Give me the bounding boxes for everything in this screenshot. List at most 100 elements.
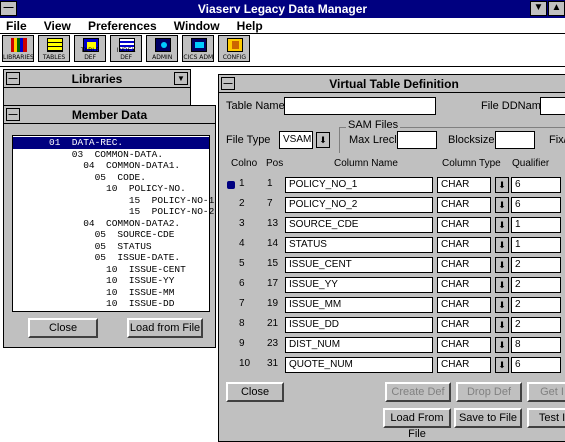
libraries-system-menu[interactable]: — — [6, 72, 20, 85]
table-name-input[interactable] — [284, 97, 436, 115]
colno-cell: 8 — [239, 318, 245, 329]
column-name-input[interactable]: DIST_NUM — [285, 337, 433, 353]
qualifier-input[interactable]: 8 — [511, 337, 561, 353]
table-row: 8 21 ISSUE_DD CHAR ⬇ 2 — [219, 315, 565, 335]
pos-cell: 31 — [267, 358, 279, 369]
minimize-button[interactable]: ▼ — [530, 1, 547, 16]
column-type-select[interactable]: CHAR — [437, 317, 491, 333]
file-type-label: File Type — [226, 134, 271, 146]
tree-item[interactable]: 04 COMMON-DATA1. — [13, 160, 209, 172]
column-type-select[interactable]: CHAR — [437, 297, 491, 313]
toolbar-config-button[interactable]: CONFIG — [218, 35, 251, 62]
pos-cell: 13 — [267, 218, 279, 229]
tree-item[interactable]: 15 POLICY-NO-2 — [13, 206, 215, 218]
file-ddname-input[interactable] — [540, 97, 565, 115]
tree-item[interactable]: 10 POLICY-NO. — [13, 183, 209, 195]
max-lrecl-input[interactable] — [397, 131, 437, 149]
column-type-dropdown-button[interactable]: ⬇ — [495, 177, 509, 193]
vtd-close-button[interactable]: Close — [226, 382, 284, 402]
column-name-input[interactable]: POLICY_NO_2 — [285, 197, 433, 213]
member-tree[interactable]: 01 DATA-REC. 03 COMMON-DATA. 04 COMMON-D… — [12, 135, 215, 312]
qualifier-input[interactable]: 2 — [511, 317, 561, 333]
column-type-select[interactable]: CHAR — [437, 217, 491, 233]
menu-preferences[interactable]: Preferences — [88, 18, 157, 34]
column-name-input[interactable]: ISSUE_YY — [285, 277, 433, 293]
member-system-menu[interactable]: — — [6, 108, 20, 121]
maximize-button[interactable]: ▲ — [548, 1, 565, 16]
column-type-dropdown-button[interactable]: ⬇ — [495, 337, 509, 353]
qualifier-input[interactable]: 2 — [511, 297, 561, 313]
menu-window[interactable]: Window — [174, 18, 220, 34]
libraries-minimize-button[interactable]: ▼ — [174, 72, 188, 85]
toolbar-cics-adm-button[interactable]: CICS ADM — [182, 35, 215, 62]
column-type-select[interactable]: CHAR — [437, 337, 491, 353]
column-type-select[interactable]: CHAR — [437, 257, 491, 273]
tree-item[interactable]: 10 ISSUE-MM — [13, 287, 209, 299]
column-type-select[interactable]: CHAR — [437, 177, 491, 193]
table-name-label: Table Name — [226, 100, 285, 112]
column-type-dropdown-button[interactable]: ⬇ — [495, 257, 509, 273]
toolbar-table-def-button[interactable]: TABLE DEF — [74, 35, 107, 62]
qualifier-input[interactable]: 1 — [511, 237, 561, 253]
menu-help[interactable]: Help — [237, 18, 263, 34]
tree-item[interactable]: 10 ISSUE-DD — [13, 298, 209, 310]
column-name-input[interactable]: ISSUE_MM — [285, 297, 433, 313]
colno-cell: 1 — [239, 178, 245, 189]
qualifier-input[interactable]: 2 — [511, 257, 561, 273]
tree-item[interactable]: 05 ISSUE-DATE. — [13, 252, 209, 264]
column-type-dropdown-button[interactable]: ⬇ — [495, 357, 509, 373]
get-button[interactable]: Get I — [527, 382, 565, 402]
qualifier-input[interactable]: 2 — [511, 277, 561, 293]
column-type-select[interactable]: CHAR — [437, 197, 491, 213]
tree-item[interactable]: 05 SOURCE-CDE — [13, 229, 209, 241]
create-def-button[interactable]: Create Def — [385, 382, 451, 402]
file-type-dropdown-button[interactable]: ⬇ — [316, 132, 330, 148]
menu-view[interactable]: View — [44, 18, 71, 34]
load-from-file-button[interactable]: Load from File — [127, 318, 203, 338]
member-close-button[interactable]: Close — [28, 318, 98, 338]
column-type-dropdown-button[interactable]: ⬇ — [495, 197, 509, 213]
column-name-input[interactable]: STATUS — [285, 237, 433, 253]
app-title-bar: Viaserv Legacy Data Manager — [0, 0, 565, 18]
column-type-dropdown-button[interactable]: ⬇ — [495, 277, 509, 293]
save-to-file-button[interactable]: Save to File — [454, 408, 522, 428]
pos-cell: 7 — [267, 198, 273, 209]
tree-item[interactable]: 01 DATA-REC. — [13, 137, 209, 149]
tree-item[interactable]: 05 STATUS — [13, 241, 209, 253]
tree-item[interactable]: 10 ISSUE-CENT — [13, 264, 209, 276]
toolbar-libraries-button[interactable]: LIBRARIES — [2, 35, 34, 62]
tree-item[interactable]: 15 POLICY-NO-1 — [13, 195, 215, 207]
vtd-system-menu[interactable]: — — [221, 77, 235, 90]
column-type-dropdown-button[interactable]: ⬇ — [495, 237, 509, 253]
qualifier-input[interactable]: 1 — [511, 217, 561, 233]
column-type-select[interactable]: CHAR — [437, 357, 491, 373]
qualifier-input[interactable]: 6 — [511, 197, 561, 213]
column-type-select[interactable]: CHAR — [437, 277, 491, 293]
toolbar-admin-button[interactable]: ADMIN — [146, 35, 179, 62]
column-name-input[interactable]: SOURCE_CDE — [285, 217, 433, 233]
load-from-file-def-button[interactable]: Load From File — [383, 408, 451, 440]
qualifier-input[interactable]: 6 — [511, 357, 561, 373]
column-type-dropdown-button[interactable]: ⬇ — [495, 317, 509, 333]
column-name-input[interactable]: ISSUE_DD — [285, 317, 433, 333]
column-type-dropdown-button[interactable]: ⬇ — [495, 297, 509, 313]
system-menu-button[interactable]: — — [0, 1, 17, 16]
drop-def-button[interactable]: Drop Def — [456, 382, 522, 402]
colno-cell: 10 — [239, 358, 251, 369]
column-type-dropdown-button[interactable]: ⬇ — [495, 217, 509, 233]
file-type-select[interactable]: VSAM — [279, 131, 313, 149]
column-type-select[interactable]: CHAR — [437, 237, 491, 253]
qualifier-input[interactable]: 6 — [511, 177, 561, 193]
column-name-input[interactable]: QUOTE_NUM — [285, 357, 433, 373]
toolbar-tables-button[interactable]: TABLES — [38, 35, 71, 62]
blocksize-input[interactable] — [495, 131, 535, 149]
tree-item[interactable]: 05 CODE. — [13, 172, 209, 184]
menu-file[interactable]: File — [6, 18, 27, 34]
tree-item[interactable]: 10 ISSUE-YY — [13, 275, 209, 287]
column-name-input[interactable]: ISSUE_CENT — [285, 257, 433, 273]
toolbar-index-def-button[interactable]: INDEX DEF — [110, 35, 143, 62]
column-name-input[interactable]: POLICY_NO_1 — [285, 177, 433, 193]
tree-item[interactable]: 04 COMMON-DATA2. — [13, 218, 209, 230]
tree-item[interactable]: 03 COMMON-DATA. — [13, 149, 209, 161]
test-button[interactable]: Test I — [527, 408, 565, 428]
